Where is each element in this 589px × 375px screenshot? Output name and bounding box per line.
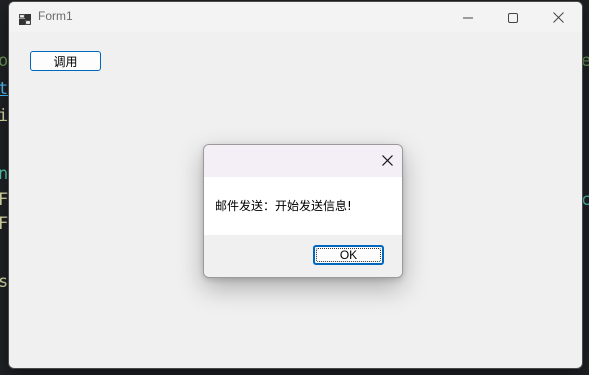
- title-bar[interactable]: Form1: [9, 2, 582, 32]
- dialog-footer: OK: [204, 235, 402, 277]
- app-icon: [19, 11, 31, 25]
- close-icon: [552, 8, 564, 27]
- maximize-icon: [508, 8, 518, 27]
- dialog-close-button[interactable]: [372, 145, 402, 175]
- code-glyph: o: [0, 51, 9, 71]
- close-icon: [381, 151, 393, 170]
- dialog-content: 邮件发送：开始发送信息!: [204, 177, 402, 235]
- call-button[interactable]: 调用: [30, 51, 101, 71]
- code-glyph: s: [0, 272, 9, 292]
- close-button[interactable]: [535, 2, 581, 32]
- code-glyph: n: [0, 164, 9, 184]
- window-title: Form1: [38, 9, 73, 23]
- ok-button[interactable]: OK: [313, 245, 384, 265]
- ok-button-label: OK: [339, 248, 358, 262]
- code-glyph: F: [0, 214, 9, 234]
- dialog-message: 邮件发送：开始发送信息!: [215, 199, 352, 213]
- maximize-button[interactable]: [490, 2, 536, 32]
- dialog-title-bar[interactable]: [204, 145, 402, 177]
- code-glyph: t: [0, 79, 9, 99]
- minimize-button[interactable]: [445, 2, 491, 32]
- code-glyph: i: [0, 106, 9, 126]
- minimize-icon: [463, 8, 473, 27]
- code-glyph: F: [0, 190, 9, 210]
- message-box-dialog: 邮件发送：开始发送信息! OK: [203, 144, 403, 278]
